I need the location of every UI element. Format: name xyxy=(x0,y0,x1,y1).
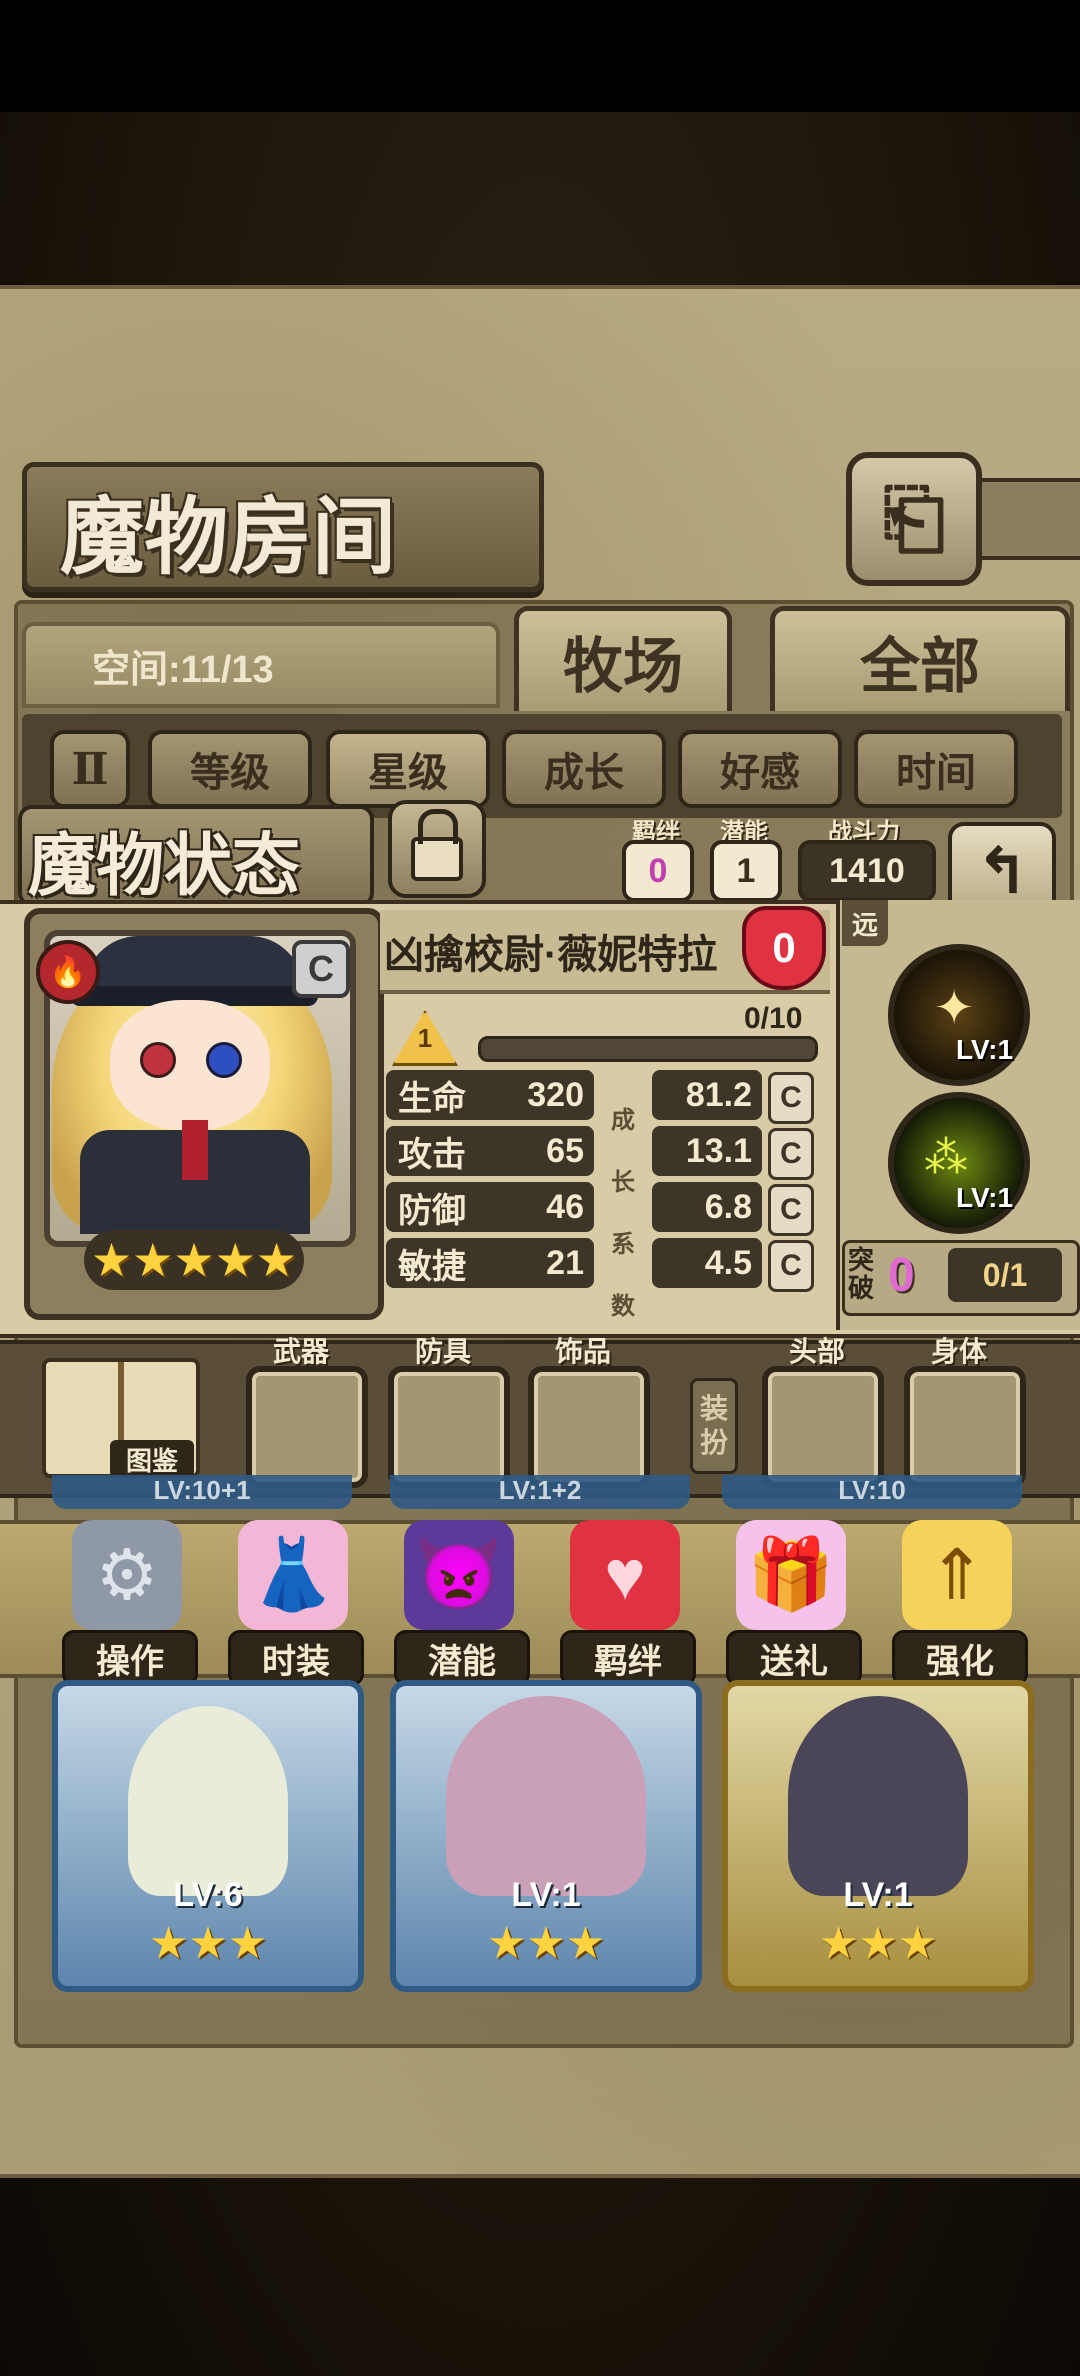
tab-ranch[interactable]: 牧场 xyxy=(514,606,732,711)
sort-star-button[interactable]: 星级 xyxy=(326,730,490,808)
grade-defense: C xyxy=(768,1184,814,1236)
operate-button[interactable]: ⚙ 操作 xyxy=(62,1520,198,1686)
gear-icon: ⚙ xyxy=(72,1520,182,1630)
range-tag: 远 xyxy=(842,900,888,946)
slot-weapon-label: 武器 xyxy=(272,1336,329,1367)
lock-button[interactable] xyxy=(388,800,486,898)
monster-card-3[interactable]: LV:1 ★★★ xyxy=(722,1680,1034,1992)
sort-affection-button[interactable]: 好感 xyxy=(678,730,842,808)
exp-bar xyxy=(478,1036,818,1062)
stat-hp: 生命 320 xyxy=(386,1070,594,1120)
star-icons: ★★★★★ xyxy=(90,1234,298,1286)
status-title: 魔物状态 xyxy=(28,826,301,906)
slot-accessory-label: 饰品 xyxy=(554,1336,611,1367)
monster-portrait-3 xyxy=(788,1696,968,1896)
affection-heart[interactable]: 0 xyxy=(742,906,826,990)
codex-label: 图鉴 xyxy=(110,1440,194,1478)
pause-icon: Ⅱ xyxy=(71,743,109,795)
card-strip-3: LV:10 xyxy=(722,1475,1022,1509)
slot-armor[interactable] xyxy=(388,1366,510,1488)
skill-2-button[interactable]: ⁂ LV:1 xyxy=(888,1092,1030,1234)
stat-attack: 攻击 65 xyxy=(386,1126,594,1176)
enhance-button[interactable]: ⇑ 强化 xyxy=(892,1520,1028,1686)
monster-name: 凶擒校尉·薇妮特拉 xyxy=(384,933,718,977)
gift-icon: 🎁 xyxy=(736,1520,846,1630)
power-value: 1410 xyxy=(798,840,936,902)
return-arrow-icon: ↰ xyxy=(975,834,1029,907)
potential-button[interactable]: 👿 潜能 xyxy=(394,1520,530,1686)
stat-defense: 防御 46 xyxy=(386,1182,594,1232)
slot-weapon[interactable] xyxy=(246,1366,368,1488)
outfit-button[interactable]: 👗 时装 xyxy=(228,1520,364,1686)
breakthrough-label: 突破 xyxy=(848,1245,875,1303)
sort-order-button[interactable]: Ⅱ xyxy=(50,730,130,808)
projectile-icon: ⁂ xyxy=(924,1133,968,1182)
page-title: 魔物房间 xyxy=(60,487,397,586)
lock-icon xyxy=(411,809,463,881)
growth-hp: 81.2 xyxy=(652,1070,762,1120)
character-tie xyxy=(182,1120,208,1180)
sort-level-button[interactable]: 等级 xyxy=(148,730,312,808)
monster-card-2[interactable]: LV:1 ★★★ xyxy=(390,1680,702,1992)
back-rail xyxy=(970,478,1080,560)
slot-body-label: 身体 xyxy=(930,1336,987,1367)
growth-label: 成长系数 xyxy=(611,1107,635,1320)
monster-portrait-1 xyxy=(128,1706,288,1896)
card-strip-2: LV:1+2 xyxy=(390,1475,690,1509)
bond-value: 0 xyxy=(622,840,694,902)
slot-head[interactable] xyxy=(762,1366,884,1488)
skill-1-button[interactable]: ✦ LV:1 xyxy=(888,944,1030,1086)
return-icon: ⎗ xyxy=(882,474,946,562)
upgrade-arrows-icon: ⇑ xyxy=(902,1520,1012,1630)
exp-text: 0/10 xyxy=(744,1002,803,1035)
slot-head-label: 头部 xyxy=(788,1336,845,1367)
sort-growth-button[interactable]: 成长 xyxy=(502,730,666,808)
grade-hp: C xyxy=(768,1072,814,1124)
character-eye-left xyxy=(140,1042,176,1078)
card-strip-1: LV:10+1 xyxy=(52,1475,352,1509)
potential-value: 1 xyxy=(710,840,782,902)
potential-icon: 👿 xyxy=(404,1520,514,1630)
growth-defense: 6.8 xyxy=(652,1182,762,1232)
slot-body[interactable] xyxy=(904,1366,1026,1488)
tab-all[interactable]: 全部 xyxy=(770,606,1070,711)
slot-accessory[interactable] xyxy=(528,1366,650,1488)
grade-badge: C xyxy=(292,940,350,998)
monster-card-1[interactable]: LV:6 ★★★ xyxy=(52,1680,364,1992)
fire-element-icon: 🔥 xyxy=(36,940,100,1004)
hearts-icon: ♥ xyxy=(570,1520,680,1630)
gift-button[interactable]: 🎁 送礼 xyxy=(726,1520,862,1686)
character-face xyxy=(110,1000,270,1130)
back-button[interactable]: ⎗ xyxy=(846,452,982,586)
sparkle-icon: ✦ xyxy=(934,982,975,1035)
character-eye-right xyxy=(206,1042,242,1078)
grade-agility: C xyxy=(768,1240,814,1292)
dress-up-tag: 装扮 xyxy=(690,1378,738,1474)
monster-portrait-2 xyxy=(446,1696,646,1896)
breakthrough-progress: 0/1 xyxy=(948,1248,1062,1302)
sort-time-button[interactable]: 时间 xyxy=(854,730,1018,808)
growth-agility: 4.5 xyxy=(652,1238,762,1288)
slot-armor-label: 防具 xyxy=(414,1336,471,1367)
space-capacity: 空间:11/13 xyxy=(92,649,274,691)
stat-agility: 敏捷 21 xyxy=(386,1238,594,1288)
growth-attack: 13.1 xyxy=(652,1126,762,1176)
outfit-icon: 👗 xyxy=(238,1520,348,1630)
bond-button[interactable]: ♥ 羁绊 xyxy=(560,1520,696,1686)
star-rating: ★★★★★ xyxy=(84,1230,304,1290)
breakthrough-count: 0 xyxy=(888,1249,915,1302)
grade-attack: C xyxy=(768,1128,814,1180)
status-bar-area xyxy=(0,0,1080,112)
